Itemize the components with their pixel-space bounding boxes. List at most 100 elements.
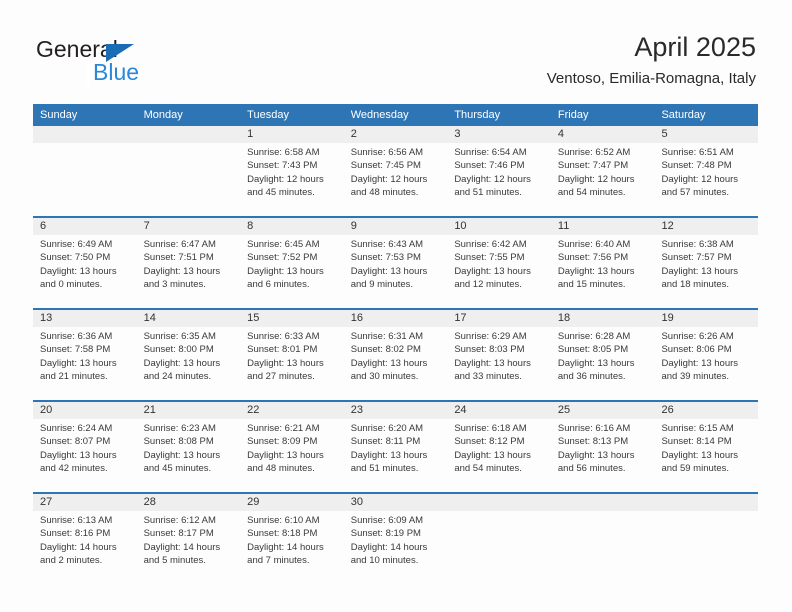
daylight-text-line1: Daylight: 13 hours — [247, 265, 324, 277]
day-cell[interactable]: 1 Sunrise: 6:58 AM Sunset: 7:43 PM Daylight… — [240, 126, 344, 216]
sunrise-text: Sunrise: 6:16 AM — [557, 423, 631, 434]
daylight-text-line1: Daylight: 13 hours — [661, 265, 739, 277]
day-number: 10 — [454, 220, 467, 232]
sunrise-text: Sunrise: 6:20 AM — [350, 423, 424, 434]
day-cell[interactable]: 11 Sunrise: 6:40 AM Sunset: 7:56 PM Dayligh… — [551, 218, 655, 308]
weekday-wednesday: Wednesday — [350, 109, 409, 121]
sunset-text: Sunset: 8:14 PM — [661, 436, 732, 448]
day-info: Sunrise: 6:40 AM Sunset: 7:56 PM Daylight:… — [558, 235, 652, 291]
day-cell[interactable]: 15 Sunrise: 6:33 AM Sunset: 8:01 PM Dayligh… — [240, 310, 344, 400]
day-number: 28 — [143, 496, 156, 508]
daylight-text-line2: and 39 minutes. — [661, 370, 730, 382]
day-info — [558, 511, 652, 514]
day-cell[interactable]: 10 Sunrise: 6:42 AM Sunset: 7:55 PM Dayligh… — [447, 218, 551, 308]
week-row: 1 Sunrise: 6:58 AM Sunset: 7:43 PM Daylight… — [33, 126, 758, 216]
sunrise-text: Sunrise: 6:33 AM — [247, 331, 320, 342]
sunset-text: Sunset: 7:56 PM — [557, 252, 629, 264]
sunset-text: Sunset: 8:18 PM — [247, 528, 318, 540]
sunrise-text: Sunrise: 6:51 AM — [661, 147, 734, 158]
day-number: 18 — [557, 312, 571, 324]
day-cell[interactable]: 19 Sunrise: 6:26 AM Sunset: 8:06 PM Dayligh… — [654, 310, 758, 400]
sunrise-text: Sunrise: 6:35 AM — [143, 331, 216, 342]
daylight-text-line2: and 21 minutes. — [40, 370, 108, 382]
daylight-text-line1: Daylight: 12 hours — [350, 173, 428, 185]
week-row: 6 Sunrise: 6:49 AM Sunset: 7:50 PM Daylight… — [33, 216, 758, 308]
page-title: April 2025 — [634, 32, 756, 62]
week-row: 20 Sunrise: 6:24 AM Sunset: 8:07 PM Dayligh… — [33, 400, 758, 492]
daylight-text-line1: Daylight: 13 hours — [143, 265, 221, 277]
day-info: Sunrise: 6:28 AM Sunset: 8:05 PM Daylight:… — [558, 327, 652, 383]
day-cell[interactable]: 28 Sunrise: 6:12 AM Sunset: 8:17 PM Dayligh… — [137, 494, 241, 584]
day-cell[interactable]: 20 Sunrise: 6:24 AM Sunset: 8:07 PM Dayligh… — [33, 402, 137, 492]
weeks-container: 1 Sunrise: 6:58 AM Sunset: 7:43 PM Daylight… — [33, 126, 758, 584]
day-cell[interactable]: 24 Sunrise: 6:18 AM Sunset: 8:12 PM Dayligh… — [447, 402, 551, 492]
day-cell[interactable]: 4 Sunrise: 6:52 AM Sunset: 7:47 PM Daylight… — [551, 126, 655, 216]
day-cell-empty — [447, 494, 551, 584]
day-cell[interactable]: 23 Sunrise: 6:20 AM Sunset: 8:11 PM Dayligh… — [344, 402, 448, 492]
daylight-text-line2: and 45 minutes. — [247, 186, 315, 198]
daylight-text-line2: and 15 minutes. — [557, 278, 626, 290]
day-number: 6 — [40, 220, 47, 232]
day-cell-empty — [137, 126, 241, 216]
day-info: Sunrise: 6:58 AM Sunset: 7:43 PM Daylight:… — [247, 143, 341, 199]
day-cell[interactable]: 22 Sunrise: 6:21 AM Sunset: 8:09 PM Dayligh… — [240, 402, 344, 492]
day-cell[interactable]: 27 Sunrise: 6:13 AM Sunset: 8:16 PM Dayligh… — [33, 494, 137, 584]
brand-name-blue: Blue — [93, 59, 140, 85]
day-cell[interactable]: 26 Sunrise: 6:15 AM Sunset: 8:14 PM Dayligh… — [654, 402, 758, 492]
day-cell[interactable]: 12 Sunrise: 6:38 AM Sunset: 7:57 PM Dayligh… — [654, 218, 758, 308]
day-info — [40, 143, 134, 146]
weekday-sunday: Sunday — [40, 109, 78, 121]
brand-logo[interactable]: General Blue — [36, 36, 216, 88]
day-number: 22 — [247, 404, 260, 416]
sunrise-text: Sunrise: 6:54 AM — [454, 147, 527, 158]
day-cell[interactable]: 16 Sunrise: 6:31 AM Sunset: 8:02 PM Dayligh… — [344, 310, 448, 400]
daylight-text-line1: Daylight: 14 hours — [350, 541, 428, 553]
day-cell[interactable]: 7 Sunrise: 6:47 AM Sunset: 7:51 PM Daylight… — [137, 218, 241, 308]
sunrise-text: Sunrise: 6:52 AM — [557, 147, 631, 158]
day-number: 3 — [454, 128, 461, 140]
day-cell[interactable]: 14 Sunrise: 6:35 AM Sunset: 8:00 PM Dayligh… — [137, 310, 241, 400]
day-cell[interactable]: 18 Sunrise: 6:28 AM Sunset: 8:05 PM Dayligh… — [551, 310, 655, 400]
day-cell[interactable]: 8 Sunrise: 6:45 AM Sunset: 7:52 PM Daylight… — [240, 218, 344, 308]
day-cell[interactable]: 5 Sunrise: 6:51 AM Sunset: 7:48 PM Daylight… — [654, 126, 758, 216]
day-cell[interactable]: 17 Sunrise: 6:29 AM Sunset: 8:03 PM Dayligh… — [447, 310, 551, 400]
day-cell[interactable]: 9 Sunrise: 6:43 AM Sunset: 7:53 PM Daylight… — [344, 218, 448, 308]
day-cell[interactable]: 3 Sunrise: 6:54 AM Sunset: 7:46 PM Daylight… — [447, 126, 551, 216]
day-number: 14 — [143, 312, 156, 324]
day-cell[interactable]: 6 Sunrise: 6:49 AM Sunset: 7:50 PM Daylight… — [33, 218, 137, 308]
day-info: Sunrise: 6:43 AM Sunset: 7:53 PM Daylight:… — [351, 235, 445, 291]
daylight-text-line1: Daylight: 13 hours — [661, 449, 739, 461]
sunrise-text: Sunrise: 6:18 AM — [454, 423, 527, 434]
day-cell[interactable]: 30 Sunrise: 6:09 AM Sunset: 8:19 PM Dayligh… — [344, 494, 448, 584]
sunrise-text: Sunrise: 6:28 AM — [557, 331, 631, 342]
day-cell[interactable]: 2 Sunrise: 6:56 AM Sunset: 7:45 PM Daylight… — [344, 126, 448, 216]
sunrise-text: Sunrise: 6:31 AM — [350, 331, 424, 342]
daylight-text-line1: Daylight: 13 hours — [454, 449, 531, 461]
daylight-text-line2: and 2 minutes. — [40, 554, 103, 566]
sunrise-text: Sunrise: 6:10 AM — [247, 515, 320, 526]
day-cell[interactable]: 21 Sunrise: 6:23 AM Sunset: 8:08 PM Dayligh… — [137, 402, 241, 492]
weekday-friday: Friday — [557, 109, 589, 121]
day-cell[interactable]: 25 Sunrise: 6:16 AM Sunset: 8:13 PM Dayligh… — [551, 402, 655, 492]
daylight-text-line1: Daylight: 13 hours — [557, 357, 635, 369]
daylight-text-line1: Daylight: 13 hours — [247, 449, 324, 461]
day-info: Sunrise: 6:13 AM Sunset: 8:16 PM Daylight:… — [40, 511, 134, 567]
sunrise-text: Sunrise: 6:15 AM — [661, 423, 734, 434]
logo-divider — [87, 60, 90, 86]
sunset-text: Sunset: 8:09 PM — [247, 436, 318, 448]
weekday-header-row: Sunday Monday Tuesday Wednesday Thursday… — [33, 104, 758, 126]
sunset-text: Sunset: 8:02 PM — [350, 344, 421, 356]
sunrise-text: Sunrise: 6:38 AM — [661, 239, 734, 250]
day-info: Sunrise: 6:47 AM Sunset: 7:51 PM Daylight:… — [144, 235, 238, 291]
week-cells: 20 Sunrise: 6:24 AM Sunset: 8:07 PM Dayligh… — [33, 402, 758, 492]
day-cell[interactable]: 13 Sunrise: 6:36 AM Sunset: 7:58 PM Dayligh… — [33, 310, 137, 400]
daylight-text-line2: and 27 minutes. — [247, 370, 315, 382]
day-number: 15 — [247, 312, 260, 324]
daylight-text-line2: and 45 minutes. — [143, 462, 212, 474]
calendar-grid: Sunday Monday Tuesday Wednesday Thursday… — [33, 104, 758, 584]
day-cell[interactable]: 29 Sunrise: 6:10 AM Sunset: 8:18 PM Dayligh… — [240, 494, 344, 584]
sunrise-text: Sunrise: 6:36 AM — [40, 331, 113, 342]
sunset-text: Sunset: 8:11 PM — [350, 436, 421, 448]
sunrise-text: Sunrise: 6:40 AM — [557, 239, 631, 250]
sunset-text: Sunset: 7:43 PM — [247, 160, 318, 172]
